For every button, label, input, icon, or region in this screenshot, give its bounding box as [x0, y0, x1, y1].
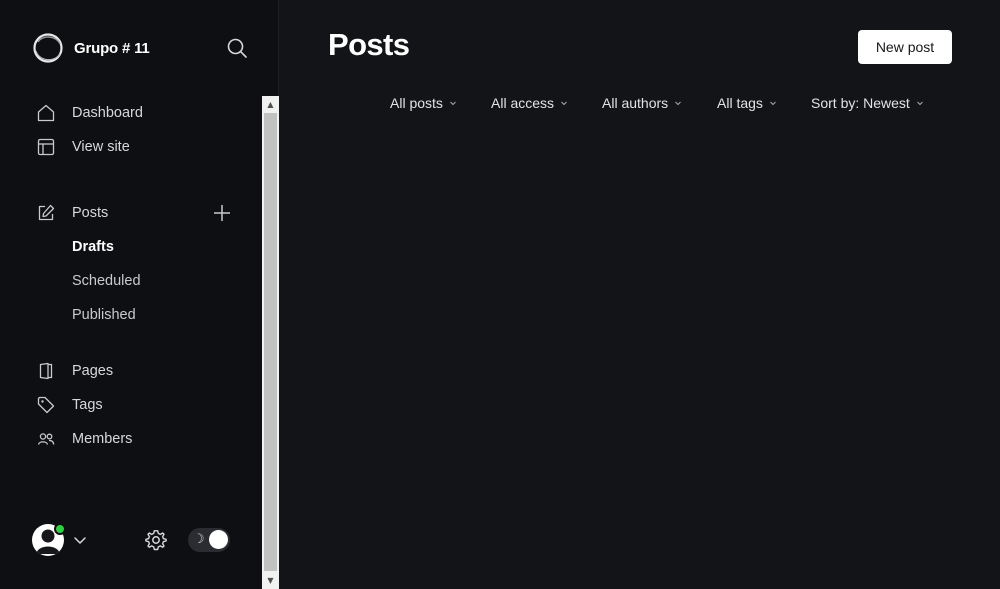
members-icon: [36, 429, 56, 449]
sidebar-content: Grupo # 11 Dashboard View site Posts Dra…: [0, 0, 262, 589]
filter-all-posts[interactable]: All posts: [390, 92, 457, 114]
sidebar-scrollbar[interactable]: ▲ ▼: [262, 96, 279, 589]
chevron-down-icon: [675, 101, 682, 106]
filter-sort-by[interactable]: Sort by: Newest: [811, 92, 924, 114]
brand-logo-icon: [33, 33, 63, 63]
chevron-down-icon: [450, 101, 456, 106]
nav-label-tags: Tags: [72, 397, 103, 413]
tag-icon: [36, 395, 56, 415]
filter-all-authors[interactable]: All authors: [602, 92, 682, 114]
nav-item-members[interactable]: Members: [36, 425, 132, 453]
filter-label: All authors: [602, 95, 669, 111]
add-post-icon[interactable]: [211, 202, 233, 224]
nav-item-dashboard[interactable]: Dashboard: [36, 99, 143, 127]
nav-item-posts[interactable]: Posts: [36, 199, 108, 227]
moon-icon: ☽: [193, 532, 205, 547]
filter-all-access[interactable]: All access: [491, 92, 568, 114]
filter-label: All posts: [390, 95, 443, 111]
chevron-down-icon: [770, 101, 776, 106]
chevron-down-icon: [916, 101, 923, 106]
page-title: Posts: [328, 27, 410, 62]
scroll-down-arrow-icon[interactable]: ▼: [262, 572, 279, 589]
nav-label-dashboard: Dashboard: [72, 105, 143, 121]
edit-icon: [36, 203, 56, 223]
nav-sub-item-scheduled[interactable]: Scheduled: [72, 269, 141, 293]
brand[interactable]: Grupo # 11: [32, 32, 150, 64]
nav-sub-item-drafts[interactable]: Drafts: [72, 235, 114, 259]
scrollbar-thumb[interactable]: [264, 113, 277, 571]
nav-item-pages[interactable]: Pages: [36, 357, 113, 385]
filter-label: Sort by: Newest: [811, 95, 910, 111]
brand-name: Grupo # 11: [74, 39, 150, 57]
nav-sub-item-published[interactable]: Published: [72, 303, 136, 327]
filter-label: All tags: [717, 95, 763, 111]
home-icon: [36, 103, 56, 123]
search-icon[interactable]: [225, 36, 249, 60]
nav-item-tags[interactable]: Tags: [36, 391, 103, 419]
sidebar: Grupo # 11 Dashboard View site Posts Dra…: [0, 0, 279, 589]
nav-item-view-site[interactable]: View site: [36, 133, 130, 161]
toggle-knob: [209, 530, 228, 549]
nav-label-posts: Posts: [72, 205, 109, 221]
nav-label-members: Members: [72, 431, 133, 447]
new-post-button[interactable]: New post: [858, 30, 952, 64]
main-content: Posts New post All posts All access All …: [280, 0, 1000, 589]
online-status-indicator: [54, 523, 66, 535]
gear-icon[interactable]: [144, 528, 168, 552]
filter-all-tags[interactable]: All tags: [717, 92, 777, 114]
sidebar-footer: ☽: [32, 522, 232, 558]
page-icon: [36, 361, 56, 381]
nav-label-view-site: View site: [72, 139, 130, 155]
chevron-down-icon[interactable]: [72, 532, 88, 548]
layout-icon: [36, 137, 56, 157]
nav-label-pages: Pages: [72, 363, 114, 379]
scroll-up-arrow-icon[interactable]: ▲: [262, 96, 279, 113]
theme-toggle[interactable]: ☽: [188, 528, 230, 552]
chevron-down-icon: [561, 101, 567, 106]
filter-label: All access: [491, 95, 555, 111]
